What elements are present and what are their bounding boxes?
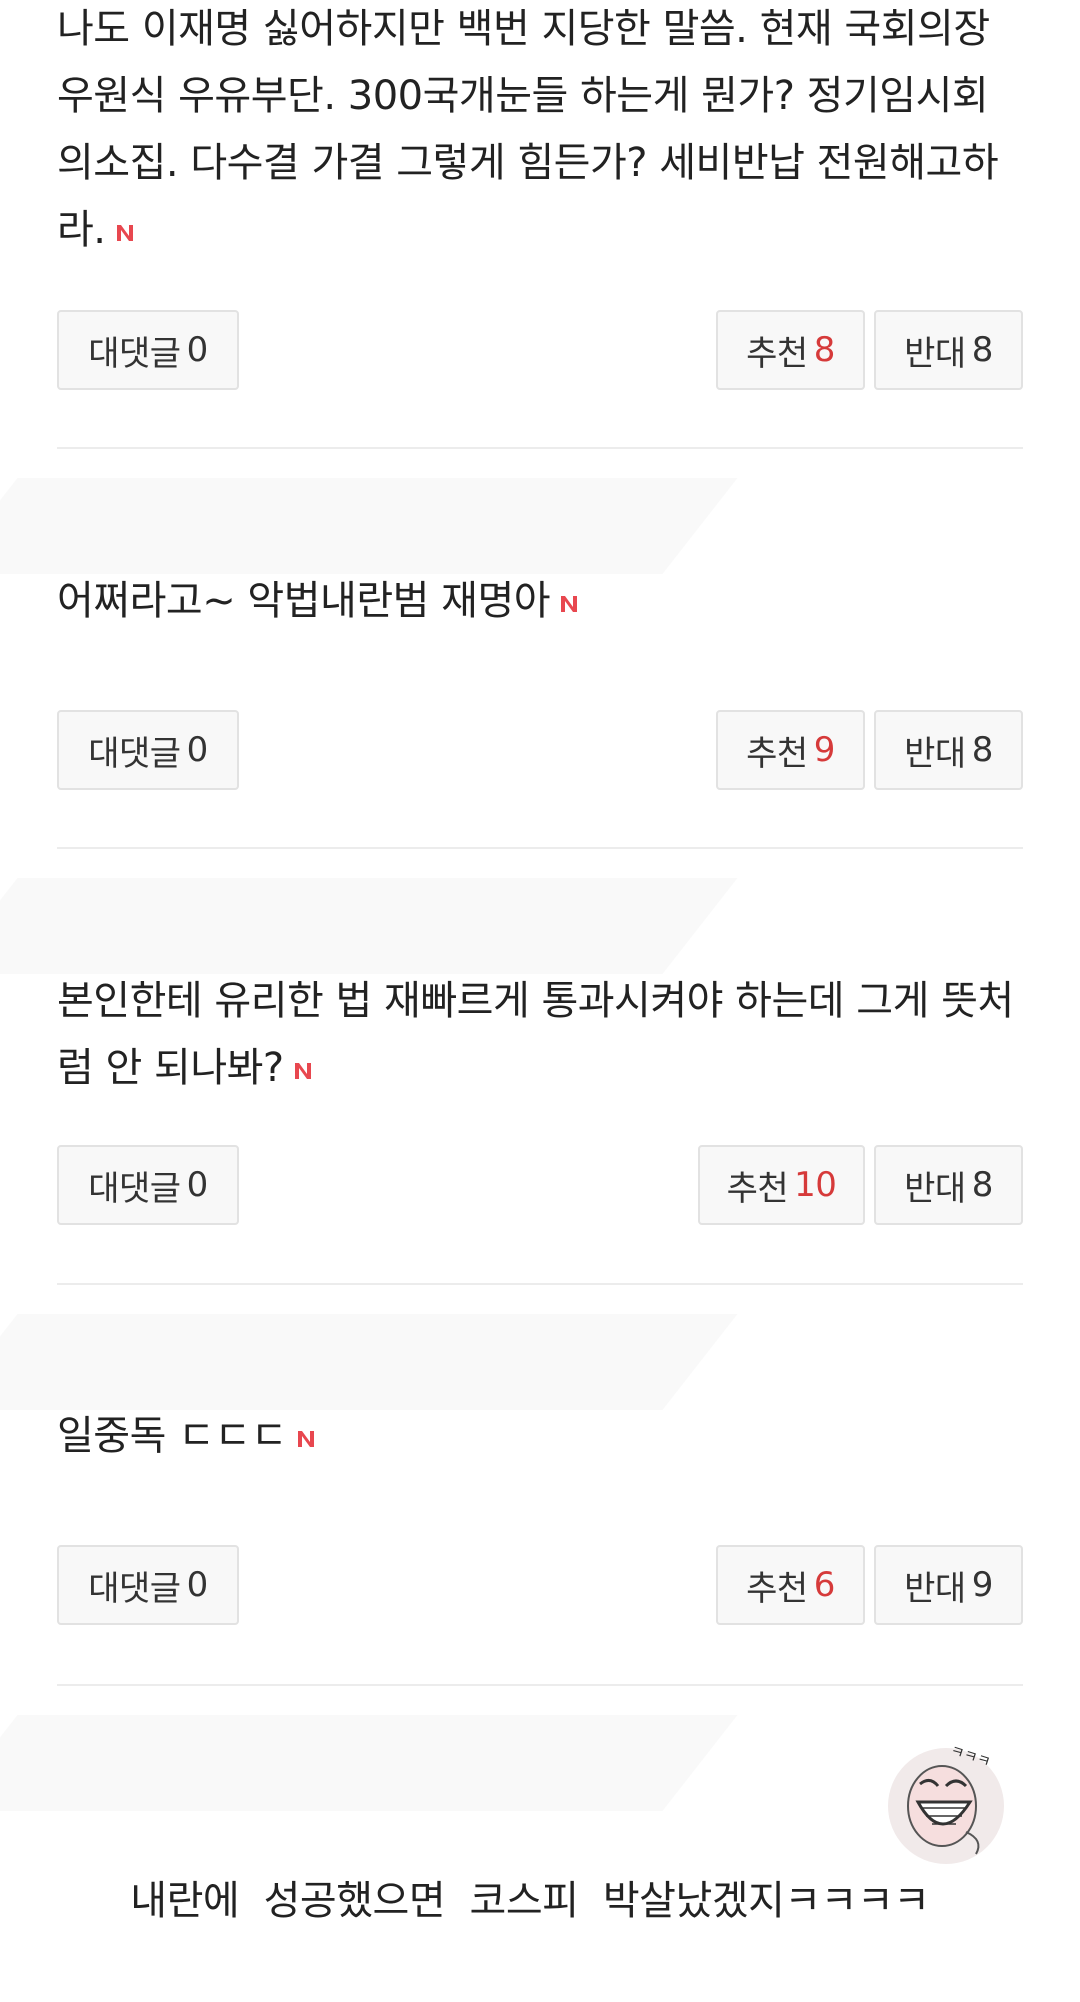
reply-label: 대댓글 — [88, 1568, 181, 1609]
dislike-label: 반대 — [904, 1568, 966, 1609]
dislike-count: 8 — [971, 730, 994, 770]
reply-label: 대댓글 — [88, 333, 181, 374]
like-label: 추천 — [746, 733, 808, 774]
like-label: 추천 — [726, 1168, 789, 1209]
comment-background-decoration — [0, 1715, 738, 1811]
new-badge-icon — [298, 1431, 315, 1447]
like-count: 10 — [794, 1165, 837, 1205]
reply-button[interactable]: 대댓글 0 — [57, 310, 239, 390]
like-label: 추천 — [746, 1568, 808, 1609]
reply-count: 0 — [186, 730, 209, 770]
dislike-count: 9 — [971, 1565, 994, 1605]
comment-background-decoration — [0, 878, 738, 974]
comment-text: 나도 이재명 싫어하지만 백번 지당한 말씀. 현재 국회의장 우원식 우유부단… — [57, 0, 1023, 264]
reply-label: 대댓글 — [88, 733, 181, 774]
comment-body: 나도 이재명 싫어하지만 백번 지당한 말씀. 현재 국회의장 우원식 우유부단… — [57, 6, 999, 253]
comment-text: 본인한테 유리한 법 재빠르게 통과시켜야 하는데 그게 뜻처럼 안 되나봐? — [57, 968, 1023, 1102]
like-count: 8 — [813, 330, 836, 370]
dislike-count: 8 — [971, 330, 994, 370]
comment-body: 일중독 ㄷㄷㄷ — [57, 1413, 288, 1459]
new-badge-icon — [294, 1063, 311, 1079]
like-count: 9 — [813, 730, 836, 770]
comment-body: 내란에 성공했으면 코스피 박살났겠지ㅋㅋㅋㅋ — [130, 1878, 930, 1924]
like-button[interactable]: 추천 8 — [716, 310, 865, 390]
divider — [57, 1283, 1023, 1285]
divider — [57, 1684, 1023, 1686]
comment-body: 본인한테 유리한 법 재빠르게 통과시켜야 하는데 그게 뜻처럼 안 되나봐? — [57, 978, 1014, 1091]
dislike-button[interactable]: 반대 8 — [874, 710, 1023, 790]
dislike-button[interactable]: 반대 9 — [874, 1545, 1023, 1625]
reply-count: 0 — [186, 1165, 209, 1205]
dislike-button[interactable]: 반대 8 — [874, 1145, 1023, 1225]
dislike-label: 반대 — [904, 733, 966, 774]
like-button[interactable]: 추천 9 — [716, 710, 865, 790]
like-count: 6 — [813, 1565, 836, 1605]
divider — [57, 847, 1023, 849]
reply-button[interactable]: 대댓글 0 — [57, 710, 239, 790]
dislike-button[interactable]: 반대 8 — [874, 310, 1023, 390]
like-button[interactable]: 추천 6 — [716, 1545, 865, 1625]
comment-background-decoration — [0, 478, 738, 574]
comment-body: 어쩌라고~ 악법내란범 재명아 — [57, 578, 551, 624]
reply-count: 0 — [186, 1565, 209, 1605]
reply-count: 0 — [186, 330, 209, 370]
divider — [57, 447, 1023, 449]
dislike-count: 8 — [971, 1165, 994, 1205]
comment-background-decoration — [0, 1314, 738, 1410]
comment-text: 내란에 성공했으면 코스피 박살났겠지ㅋㅋㅋㅋ — [57, 1801, 930, 2002]
dislike-label: 반대 — [904, 1168, 966, 1209]
like-label: 추천 — [746, 333, 808, 374]
reply-button[interactable]: 대댓글 0 — [57, 1545, 239, 1625]
comment-text: 일중독 ㄷㄷㄷ — [57, 1403, 1023, 1470]
new-badge-icon — [561, 596, 578, 612]
dislike-label: 반대 — [904, 333, 966, 374]
like-button[interactable]: 추천 10 — [698, 1145, 865, 1225]
reply-label: 대댓글 — [88, 1168, 181, 1209]
laughing-face-sticker: ㅋㅋㅋ — [888, 1741, 1004, 1864]
new-badge-icon — [116, 225, 133, 241]
reply-button[interactable]: 대댓글 0 — [57, 1145, 239, 1225]
comment-text: 어쩌라고~ 악법내란범 재명아 — [57, 568, 1023, 635]
